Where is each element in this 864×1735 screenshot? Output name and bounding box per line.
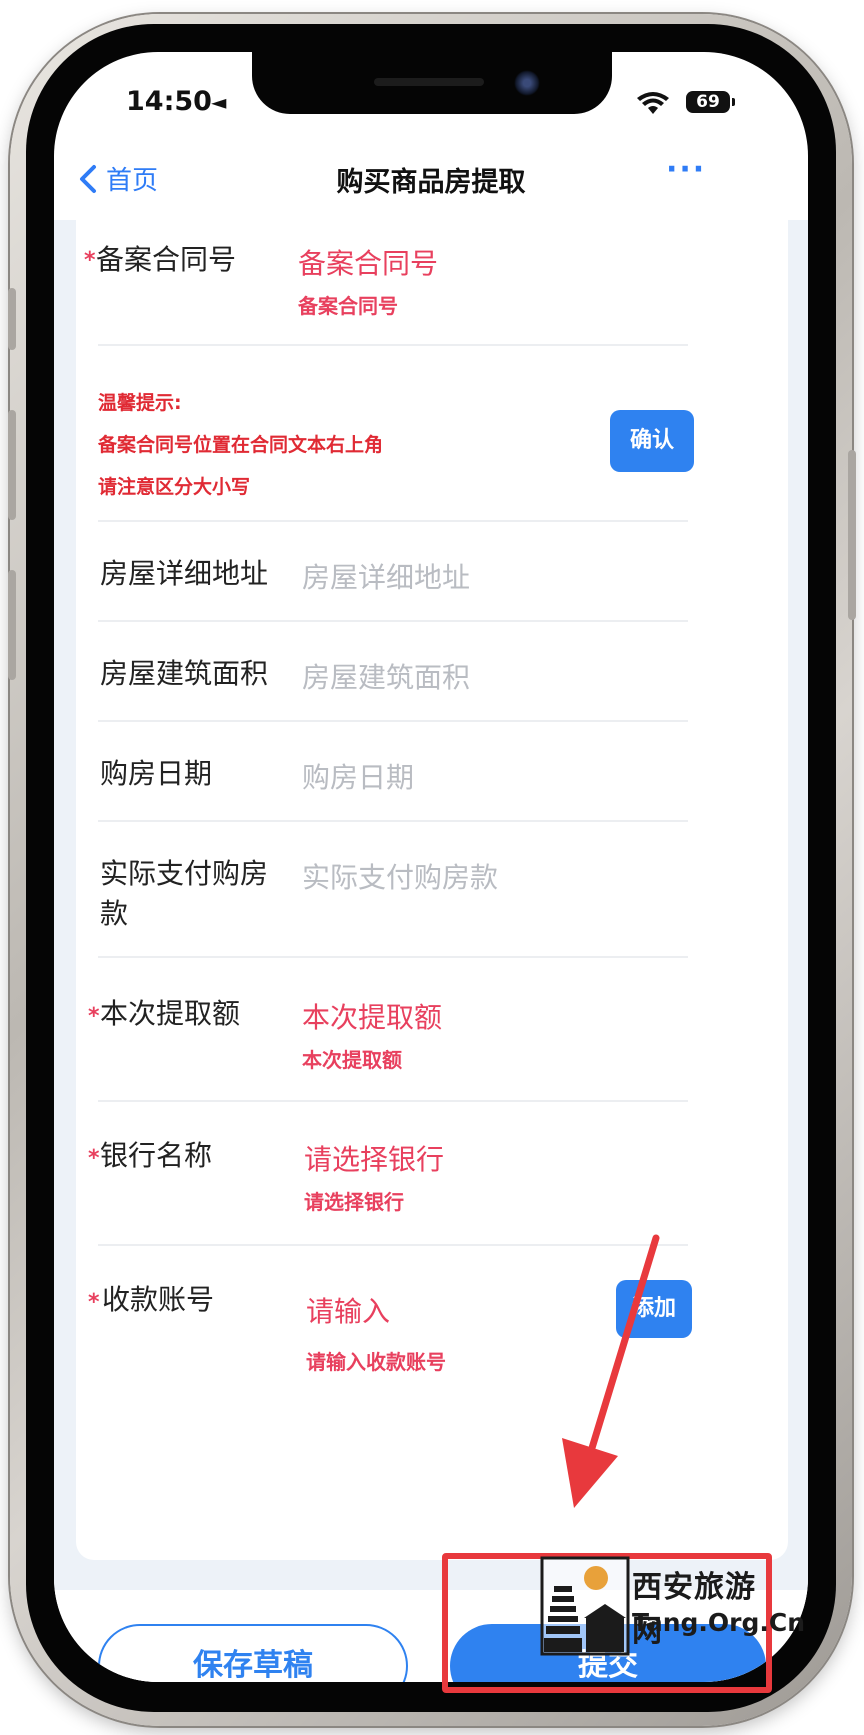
watermark: 西安旅游网 Tang.Org.Cn [540, 1556, 805, 1656]
annotation-arrow [562, 1234, 660, 1508]
watermark-text-en: Tang.Org.Cn [632, 1608, 806, 1637]
pagoda-logo-icon [540, 1556, 630, 1656]
